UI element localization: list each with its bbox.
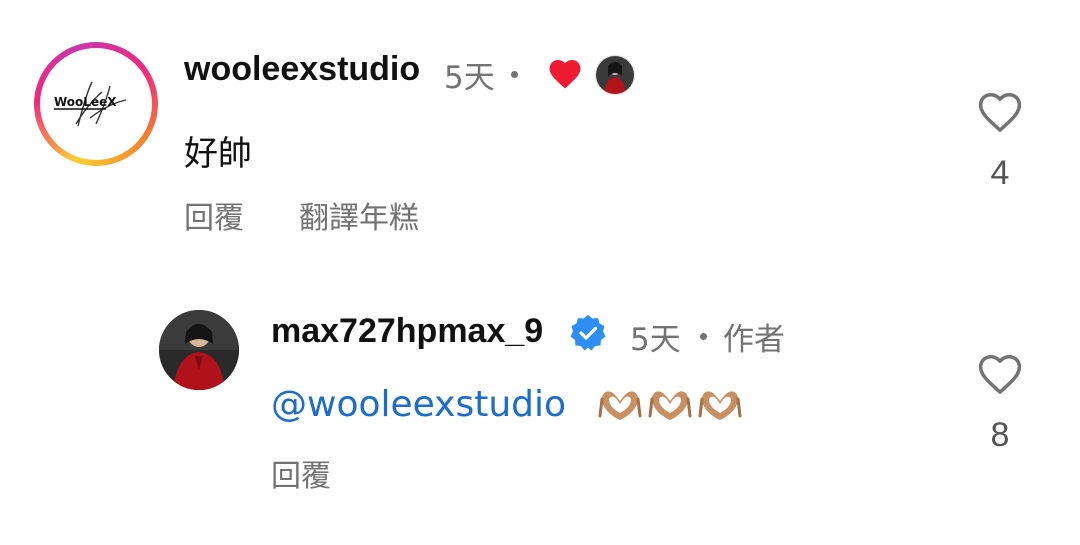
comment-username[interactable]: max727hpmax_9 bbox=[271, 312, 543, 351]
reply-comment: max727hpmax_9 5天 作者 @wooleexstudio 回覆 8 bbox=[0, 290, 1080, 540]
like-count: 4 bbox=[990, 154, 1010, 192]
author-label: 作者 bbox=[723, 322, 785, 358]
heart-outline-icon[interactable] bbox=[975, 350, 1025, 396]
translate-button[interactable]: 翻譯年糕 bbox=[299, 193, 419, 237]
creator-liked-heart-icon bbox=[549, 60, 581, 89]
comment: WooLeeX wooleexstudio 5天 好帥 回覆 翻譯年糕 4 bbox=[0, 0, 1080, 250]
svg-text:WooLeeX: WooLeeX bbox=[54, 95, 117, 109]
emoji-group bbox=[597, 386, 743, 426]
comment-username[interactable]: wooleexstudio bbox=[184, 50, 420, 89]
separator-dot bbox=[700, 333, 707, 340]
creator-avatar bbox=[595, 55, 635, 95]
comment-text: 好帥 bbox=[184, 134, 252, 174]
separator-dot bbox=[511, 71, 518, 78]
wooleex-logo-icon: WooLeeX bbox=[54, 81, 127, 127]
avatar[interactable] bbox=[159, 310, 239, 390]
comment-thread: WooLeeX wooleexstudio 5天 好帥 回覆 翻譯年糕 4 ma… bbox=[0, 0, 1080, 545]
verified-badge-icon bbox=[570, 315, 606, 351]
comment-timestamp: 5天 bbox=[630, 322, 681, 358]
like-count: 8 bbox=[990, 416, 1010, 454]
heart-hands-emoji-icon bbox=[648, 391, 692, 420]
reply-button[interactable]: 回覆 bbox=[184, 193, 244, 237]
reply-button[interactable]: 回覆 bbox=[271, 451, 331, 495]
comment-timestamp: 5天 bbox=[444, 60, 495, 96]
mention-link[interactable]: @wooleexstudio bbox=[271, 384, 566, 425]
avatar[interactable]: WooLeeX bbox=[34, 42, 158, 166]
heart-outline-icon[interactable] bbox=[975, 88, 1025, 134]
avatar-logo: WooLeeX bbox=[40, 48, 152, 160]
heart-hands-emoji-icon bbox=[598, 391, 642, 420]
heart-hands-emoji-icon bbox=[698, 391, 742, 420]
